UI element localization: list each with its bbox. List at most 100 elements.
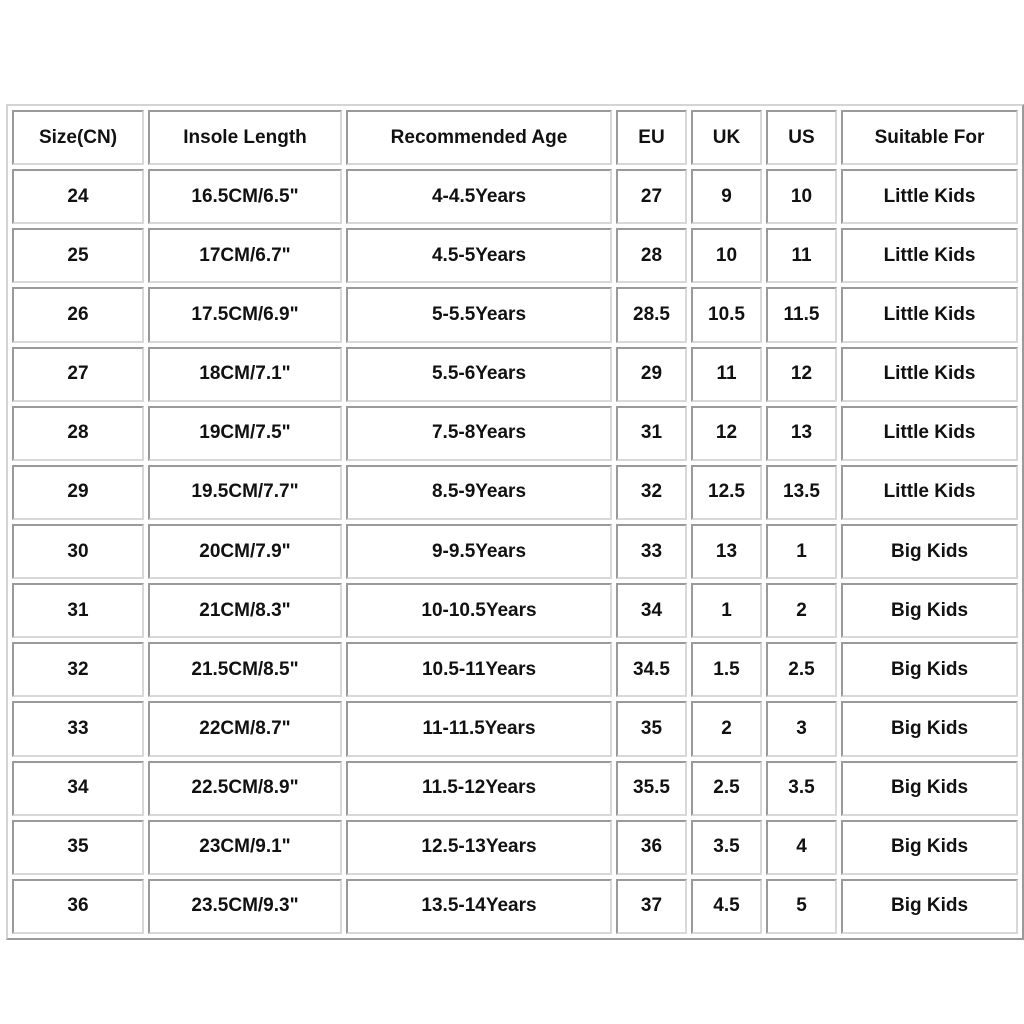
cell-eu: 35 (616, 701, 687, 757)
header-eu: EU (616, 110, 687, 166)
cell-uk: 12.5 (691, 464, 762, 520)
cell-us: 5 (766, 878, 837, 934)
cell-suitable-for: Little Kids (841, 169, 1018, 225)
cell-us: 2.5 (766, 642, 837, 698)
cell-uk: 13 (691, 523, 762, 580)
cell-suitable-for: Little Kids (841, 464, 1018, 520)
table-row: 29 19.5CM/7.7" 8.5-9Years 32 12.5 13.5 Little … (12, 464, 1018, 520)
cell-size-cn: 31 (12, 583, 144, 639)
cell-uk: 12 (691, 405, 762, 461)
cell-insole-length: 16.5CM/6.5" (148, 169, 342, 225)
cell-eu: 27 (616, 169, 687, 225)
cell-insole-length: 17CM/6.7" (148, 228, 342, 284)
cell-size-cn: 35 (12, 819, 144, 875)
cell-us: 13 (766, 405, 837, 461)
size-chart-table: Size(CN) Insole Length Recommended Age EU UK… (6, 104, 1024, 940)
cell-eu: 28 (616, 228, 687, 284)
cell-eu: 31 (616, 405, 687, 461)
table-row: 26 17.5CM/6.9" 5-5.5Years 28.5 10.5 11.5 Littl… (12, 287, 1018, 343)
cell-recommended-age: 11-11.5Years (346, 701, 612, 757)
table-row: 25 17CM/6.7" 4.5-5Years 28 10 11 Little Kids (12, 228, 1018, 284)
cell-us: 12 (766, 346, 837, 402)
cell-insole-length: 20CM/7.9" (148, 523, 342, 580)
cell-size-cn: 27 (12, 346, 144, 402)
cell-insole-length: 21.5CM/8.5" (148, 642, 342, 698)
cell-insole-length: 22CM/8.7" (148, 701, 342, 757)
cell-uk: 10.5 (691, 287, 762, 343)
header-row: Size(CN) Insole Length Recommended Age EU UK… (12, 110, 1018, 166)
cell-recommended-age: 10-10.5Years (346, 583, 612, 639)
cell-recommended-age: 9-9.5Years (346, 523, 612, 580)
table-row: 30 20CM/7.9" 9-9.5Years 33 13 1 Big Kids (12, 523, 1018, 580)
cell-suitable-for: Big Kids (841, 523, 1018, 580)
cell-recommended-age: 12.5-13Years (346, 819, 612, 875)
cell-eu: 29 (616, 346, 687, 402)
table-row: 31 21CM/8.3" 10-10.5Years 34 1 2 Big Kids (12, 583, 1018, 639)
table-row: 36 23.5CM/9.3" 13.5-14Years 37 4.5 5 Big Kids (12, 878, 1018, 934)
cell-suitable-for: Big Kids (841, 583, 1018, 639)
cell-us: 11 (766, 228, 837, 284)
cell-size-cn: 32 (12, 642, 144, 698)
cell-insole-length: 23CM/9.1" (148, 819, 342, 875)
table-row: 24 16.5CM/6.5" 4-4.5Years 27 9 10 Little Kids (12, 169, 1018, 225)
cell-recommended-age: 5-5.5Years (346, 287, 612, 343)
table-row: 28 19CM/7.5" 7.5-8Years 31 12 13 Little Kids (12, 405, 1018, 461)
cell-uk: 9 (691, 169, 762, 225)
cell-insole-length: 23.5CM/9.3" (148, 878, 342, 934)
cell-size-cn: 28 (12, 405, 144, 461)
cell-insole-length: 21CM/8.3" (148, 583, 342, 639)
cell-size-cn: 24 (12, 169, 144, 225)
cell-suitable-for: Little Kids (841, 228, 1018, 284)
cell-us: 1 (766, 523, 837, 580)
cell-insole-length: 18CM/7.1" (148, 346, 342, 402)
cell-uk: 4.5 (691, 878, 762, 934)
cell-suitable-for: Little Kids (841, 346, 1018, 402)
cell-insole-length: 22.5CM/8.9" (148, 760, 342, 816)
cell-suitable-for: Big Kids (841, 819, 1018, 875)
cell-suitable-for: Little Kids (841, 287, 1018, 343)
cell-suitable-for: Big Kids (841, 760, 1018, 816)
header-insole-length: Insole Length (148, 110, 342, 166)
header-us: US (766, 110, 837, 166)
cell-us: 13.5 (766, 464, 837, 520)
cell-us: 3.5 (766, 760, 837, 816)
cell-size-cn: 34 (12, 760, 144, 816)
cell-size-cn: 29 (12, 464, 144, 520)
table-row: 27 18CM/7.1" 5.5-6Years 29 11 12 Little Kids (12, 346, 1018, 402)
cell-uk: 1 (691, 583, 762, 639)
cell-recommended-age: 4-4.5Years (346, 169, 612, 225)
cell-size-cn: 26 (12, 287, 144, 343)
cell-uk: 2.5 (691, 760, 762, 816)
table-row: 35 23CM/9.1" 12.5-13Years 36 3.5 4 Big Kids (12, 819, 1018, 875)
cell-recommended-age: 4.5-5Years (346, 228, 612, 284)
cell-recommended-age: 8.5-9Years (346, 464, 612, 520)
cell-eu: 36 (616, 819, 687, 875)
cell-us: 10 (766, 169, 837, 225)
table-row: 32 21.5CM/8.5" 10.5-11Years 34.5 1.5 2.5 Big K… (12, 642, 1018, 698)
cell-uk: 1.5 (691, 642, 762, 698)
cell-suitable-for: Big Kids (841, 878, 1018, 934)
header-recommended-age: Recommended Age (346, 110, 612, 166)
cell-eu: 33 (616, 523, 687, 580)
cell-uk: 2 (691, 701, 762, 757)
cell-eu: 34.5 (616, 642, 687, 698)
cell-eu: 28.5 (616, 287, 687, 343)
cell-us: 4 (766, 819, 837, 875)
cell-size-cn: 30 (12, 523, 144, 580)
cell-insole-length: 17.5CM/6.9" (148, 287, 342, 343)
cell-suitable-for: Big Kids (841, 642, 1018, 698)
cell-recommended-age: 10.5-11Years (346, 642, 612, 698)
cell-size-cn: 36 (12, 878, 144, 934)
cell-us: 3 (766, 701, 837, 757)
cell-suitable-for: Big Kids (841, 701, 1018, 757)
cell-eu: 35.5 (616, 760, 687, 816)
cell-insole-length: 19.5CM/7.7" (148, 464, 342, 520)
cell-size-cn: 33 (12, 701, 144, 757)
cell-recommended-age: 7.5-8Years (346, 405, 612, 461)
cell-uk: 10 (691, 228, 762, 284)
cell-recommended-age: 13.5-14Years (346, 878, 612, 934)
cell-insole-length: 19CM/7.5" (148, 405, 342, 461)
cell-us: 11.5 (766, 287, 837, 343)
header-suitable-for: Suitable For (841, 110, 1018, 166)
cell-uk: 3.5 (691, 819, 762, 875)
